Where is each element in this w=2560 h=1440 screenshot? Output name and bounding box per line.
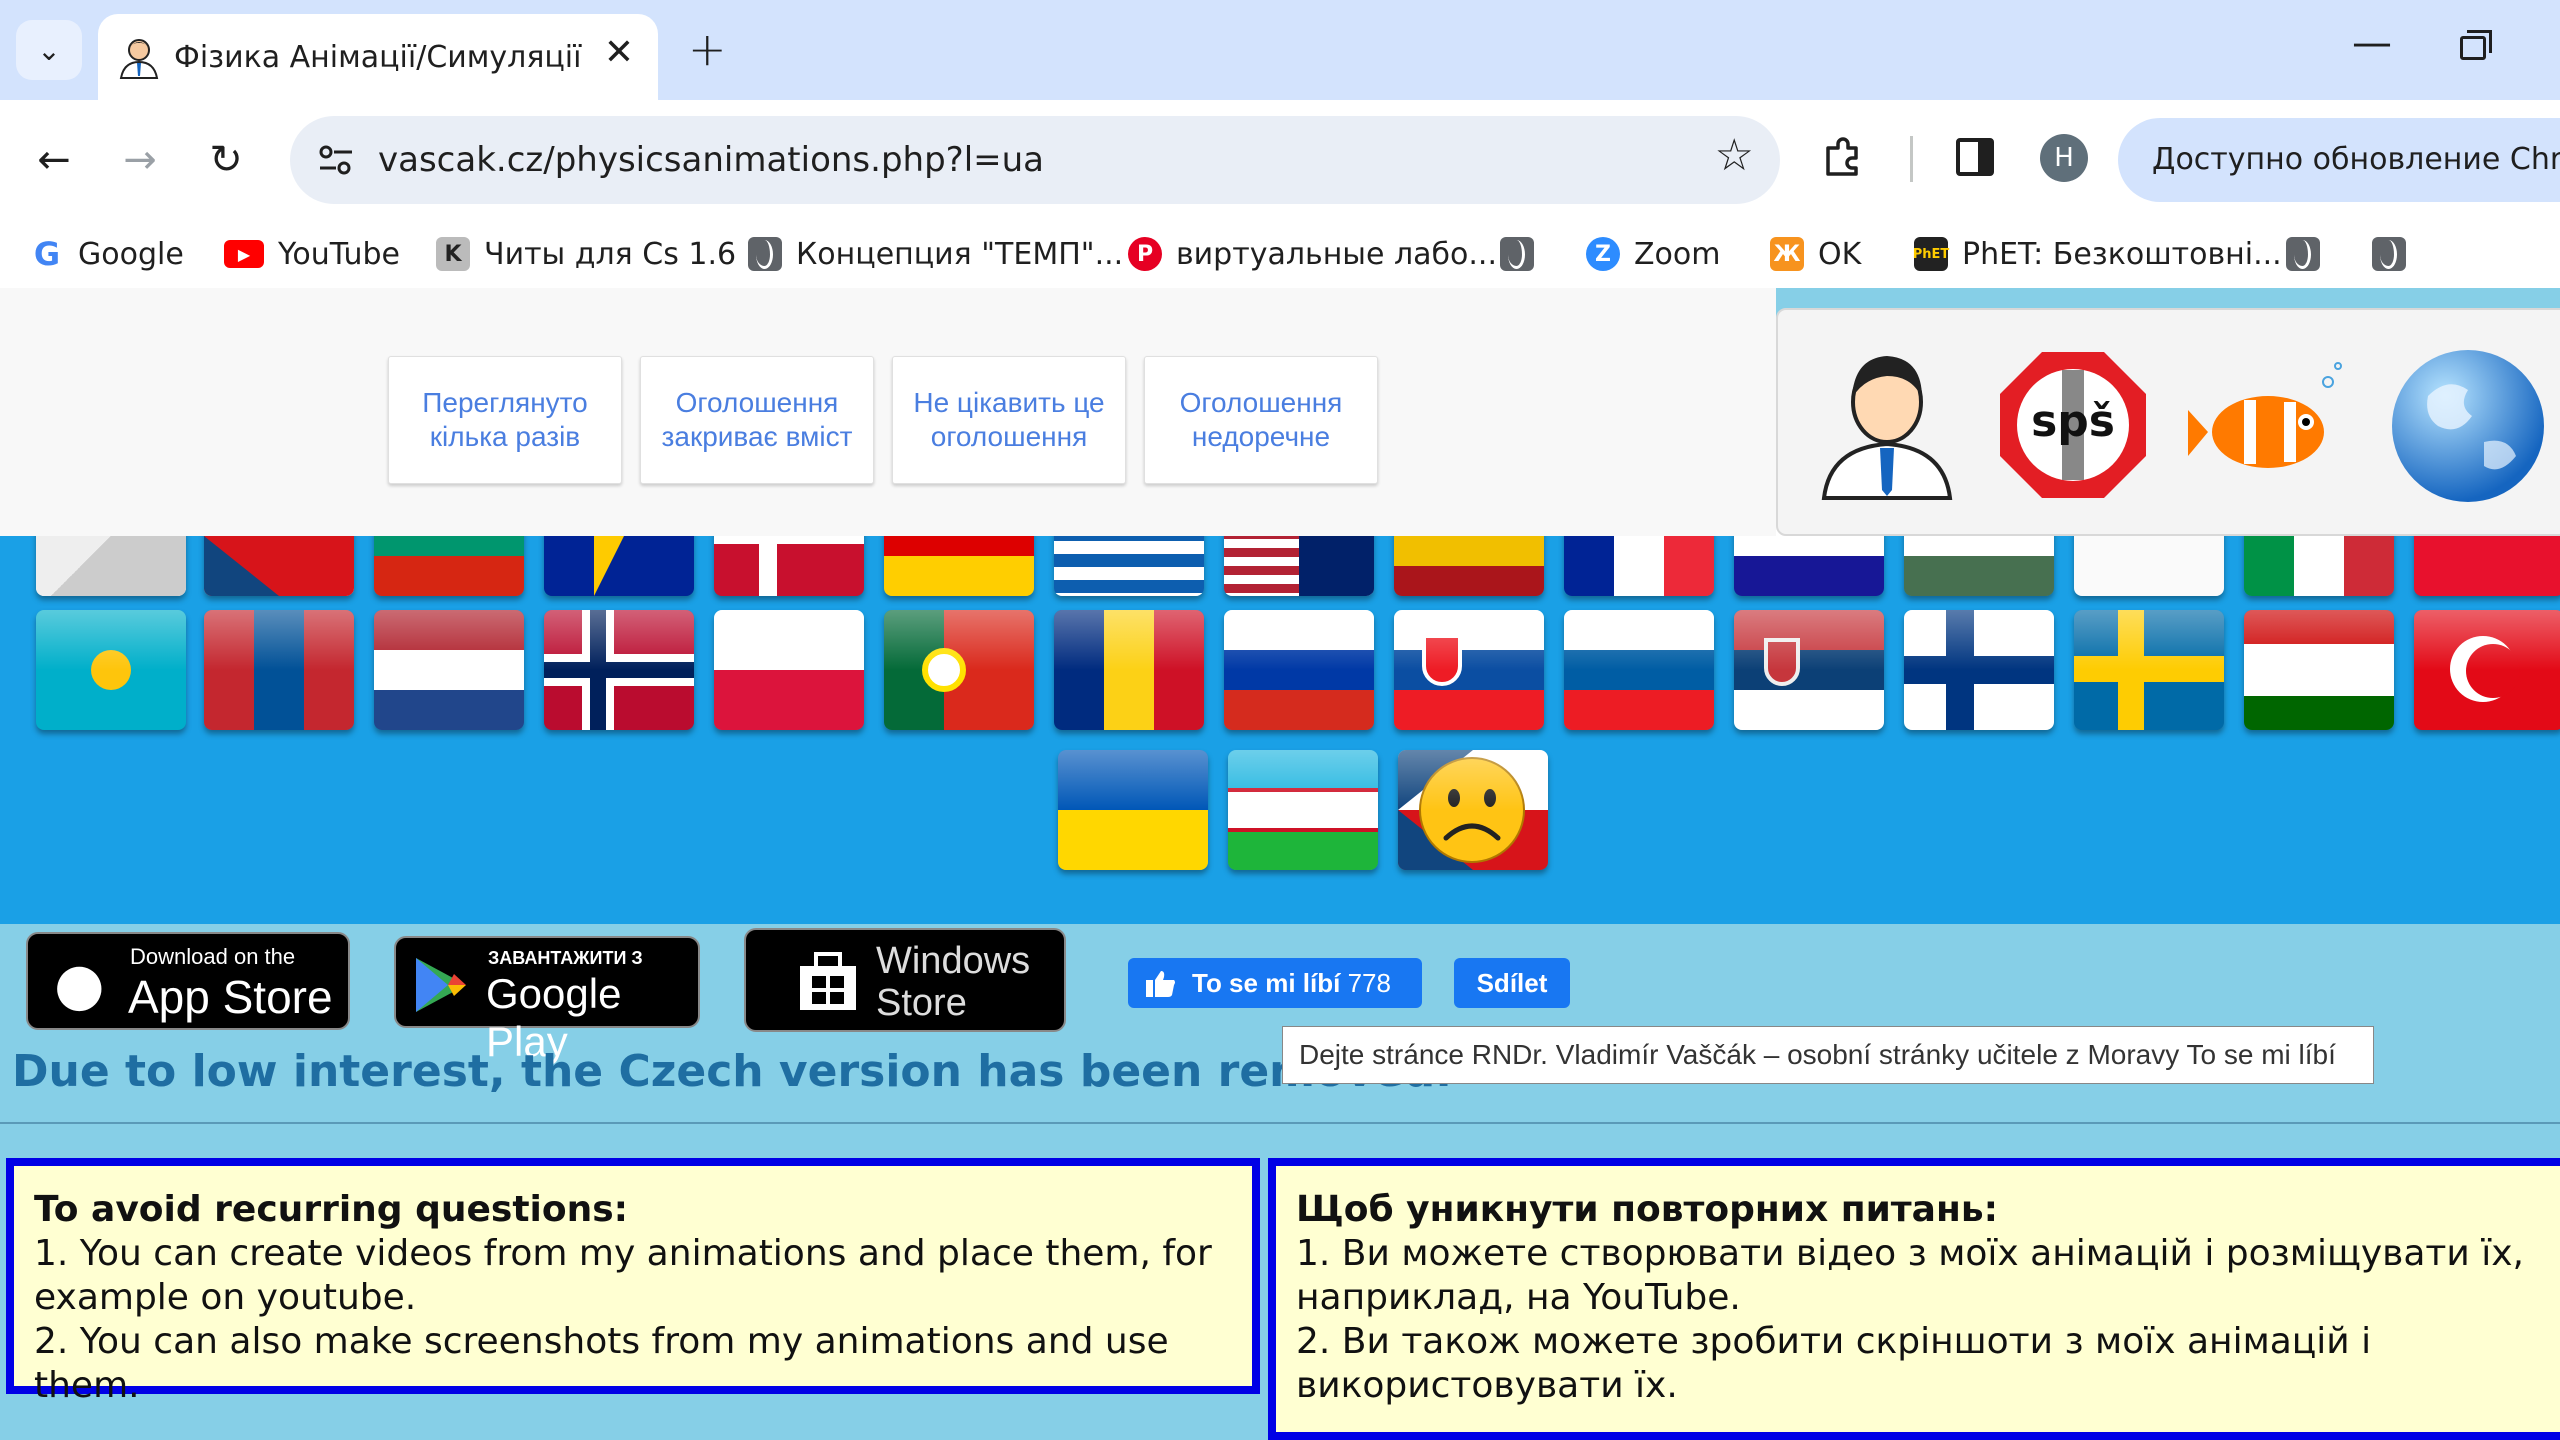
flag-russia[interactable]: [1224, 610, 1374, 730]
browser-window: ⌄ Фізика Анімації/Симуляції ✕ + — ← → ↻: [0, 0, 2560, 1440]
teacher-icon[interactable]: [1812, 340, 1962, 500]
school-logo-icon[interactable]: spš: [1998, 350, 2148, 500]
tab-strip: ⌄ Фізика Анімації/Симуляції ✕ + —: [0, 0, 2560, 102]
chrome-update-button[interactable]: Доступно обновление Chrome: [2118, 118, 2560, 202]
google-icon: G: [30, 235, 64, 273]
windows-store-icon: [800, 952, 856, 1010]
bookmark-globe-1[interactable]: [1500, 232, 1548, 276]
minimize-icon[interactable]: —: [2352, 20, 2392, 66]
windows-store-badge[interactable]: Windows Store: [744, 928, 1066, 1032]
flag-romania[interactable]: [1054, 610, 1204, 730]
tab-active[interactable]: Фізика Анімації/Симуляції ✕: [98, 14, 658, 102]
tab-search-button[interactable]: ⌄: [16, 20, 82, 80]
ad-feedback-not-interested[interactable]: Не цікавить це оголошення: [892, 356, 1126, 484]
bookmark-cs[interactable]: K Читы для Cs 1.6: [436, 232, 736, 276]
bookmark-youtube[interactable]: ▶ YouTube: [224, 232, 400, 276]
address-bar[interactable]: vascak.cz/physicsanimations.php?l=ua ☆: [290, 116, 1780, 204]
zoom-icon: Z: [1586, 237, 1620, 271]
google-play-badge[interactable]: ЗАВАНТАЖИТИ З Google Play: [394, 936, 700, 1065]
language-flags: [0, 476, 2560, 924]
bookmark-phet[interactable]: PhET PhET: Безкоштовні...: [1913, 232, 2282, 276]
clownfish-icon[interactable]: [2188, 360, 2348, 490]
flag-sweden[interactable]: [2074, 610, 2224, 730]
close-icon[interactable]: ✕: [604, 32, 634, 73]
bookmark-zoom[interactable]: Z Zoom: [1586, 232, 1720, 276]
google-play-icon: [416, 958, 466, 1012]
youtube-icon: ▶: [224, 240, 264, 268]
page-content: Переглянуто кілька разів Оголошення закр…: [0, 288, 2560, 1440]
globe-icon: [2372, 237, 2406, 271]
sad-face-icon: [1419, 757, 1525, 863]
extensions-puzzle-icon[interactable]: [1820, 134, 1866, 180]
bookmark-globe-2[interactable]: [2286, 232, 2334, 276]
tab-title: Фізика Анімації/Симуляції: [174, 40, 582, 75]
bookmarks-bar: G Google ▶ YouTube K Читы для Cs 1.6 Кон…: [0, 220, 2560, 288]
flag-tajikistan[interactable]: [2244, 610, 2394, 730]
forward-arrow-icon[interactable]: →: [110, 130, 170, 190]
bookmark-ok[interactable]: Ж OK: [1770, 232, 1861, 276]
bookmark-globe-3[interactable]: [2372, 232, 2420, 276]
chevron-down-icon: ⌄: [37, 33, 61, 67]
flag-czech-removed[interactable]: [1398, 750, 1548, 870]
divider: [0, 1122, 2560, 1124]
flag-poland[interactable]: [714, 610, 864, 730]
flag-norway[interactable]: [544, 610, 694, 730]
flag-finland[interactable]: [1904, 610, 2054, 730]
info-line2-ua: 2. Ви також можете зробити скріншоти з м…: [1296, 1321, 2372, 1406]
flag-uzbekistan[interactable]: [1228, 750, 1378, 870]
toolbar-separator: [1910, 136, 1913, 182]
svg-text:spš: spš: [2031, 396, 2115, 447]
info-heading-ua: Щоб уникнути повторних питань:: [1296, 1189, 1998, 1230]
info-box-english: To avoid recurring questions: 1. You can…: [6, 1158, 1260, 1406]
info-box-ukrainian: Щоб уникнути повторних питань: 1. Ви мож…: [1268, 1158, 2560, 1440]
restore-icon[interactable]: [2460, 30, 2492, 60]
flag-ukraine[interactable]: [1058, 750, 1208, 870]
flag-serbia[interactable]: [1734, 610, 1884, 730]
info-line2-en: 2. You can also make screenshots from my…: [34, 1321, 1169, 1406]
flag-slovakia[interactable]: [1394, 610, 1544, 730]
info-line1-ua: 1. Ви можете створювати відео з моїх ані…: [1296, 1233, 2524, 1318]
back-arrow-icon[interactable]: ←: [24, 130, 84, 190]
ad-feedback-inappropriate[interactable]: Оголошення недоречне: [1144, 356, 1378, 484]
teacher-avatar-icon: [119, 39, 159, 79]
facebook-like-button[interactable]: To se mi líbí 778: [1128, 958, 1422, 1008]
flag-kazakhstan[interactable]: [36, 610, 186, 730]
flag-mongolia[interactable]: [204, 610, 354, 730]
flag-slovenia[interactable]: [1564, 610, 1714, 730]
new-tab-button[interactable]: +: [688, 22, 727, 76]
url-text[interactable]: vascak.cz/physicsanimations.php?l=ua: [378, 140, 1044, 180]
bookmark-star-icon[interactable]: ☆: [1715, 130, 1754, 181]
notice-heading: Due to low interest, the Czech version h…: [12, 1046, 1452, 1097]
apple-icon: ●: [54, 950, 105, 1018]
thumbs-up-icon: [1146, 971, 1175, 997]
bookmark-temp[interactable]: Концепция "ТЕМП"...: [748, 232, 1123, 276]
globe-icon[interactable]: [2388, 346, 2548, 506]
flag-portugal[interactable]: [884, 610, 1034, 730]
site-icons-panel: spš: [1776, 308, 2560, 536]
flag-turkey[interactable]: [2414, 610, 2560, 730]
ok-icon: Ж: [1770, 237, 1804, 271]
reload-icon[interactable]: ↻: [196, 130, 256, 190]
pinterest-icon: P: [1128, 237, 1162, 271]
globe-icon: [748, 237, 782, 271]
cs-icon: K: [436, 237, 470, 271]
bookmark-google[interactable]: G Google: [30, 232, 184, 276]
info-line1-en: 1. You can create videos from my animati…: [34, 1233, 1212, 1318]
ad-feedback-bar: Переглянуто кілька разів Оголошення закр…: [0, 288, 1776, 536]
like-tooltip: Dejte stránce RNDr. Vladimír Vaščák – os…: [1282, 1026, 2374, 1084]
ad-feedback-covers-content[interactable]: Оголошення закриває вміст: [640, 356, 874, 484]
side-panel-icon[interactable]: [1956, 138, 1994, 176]
flag-netherlands[interactable]: [374, 610, 524, 730]
facebook-share-button[interactable]: Sdílet: [1454, 958, 1570, 1008]
toolbar: ← → ↻ vascak.cz/physicsanimations.php?l=…: [0, 100, 2560, 220]
phet-icon: PhET: [1913, 237, 1949, 271]
site-settings-icon[interactable]: [312, 136, 360, 184]
bookmark-pinterest[interactable]: P виртуальные лабо...: [1128, 232, 1497, 276]
profile-avatar[interactable]: H: [2040, 134, 2088, 182]
ad-feedback-seen-many[interactable]: Переглянуто кілька разів: [388, 356, 622, 484]
info-heading-en: To avoid recurring questions:: [34, 1189, 629, 1230]
globe-icon: [2286, 237, 2320, 271]
globe-icon: [1500, 237, 1534, 271]
app-store-badge[interactable]: ● Download on the App Store: [26, 932, 350, 1030]
